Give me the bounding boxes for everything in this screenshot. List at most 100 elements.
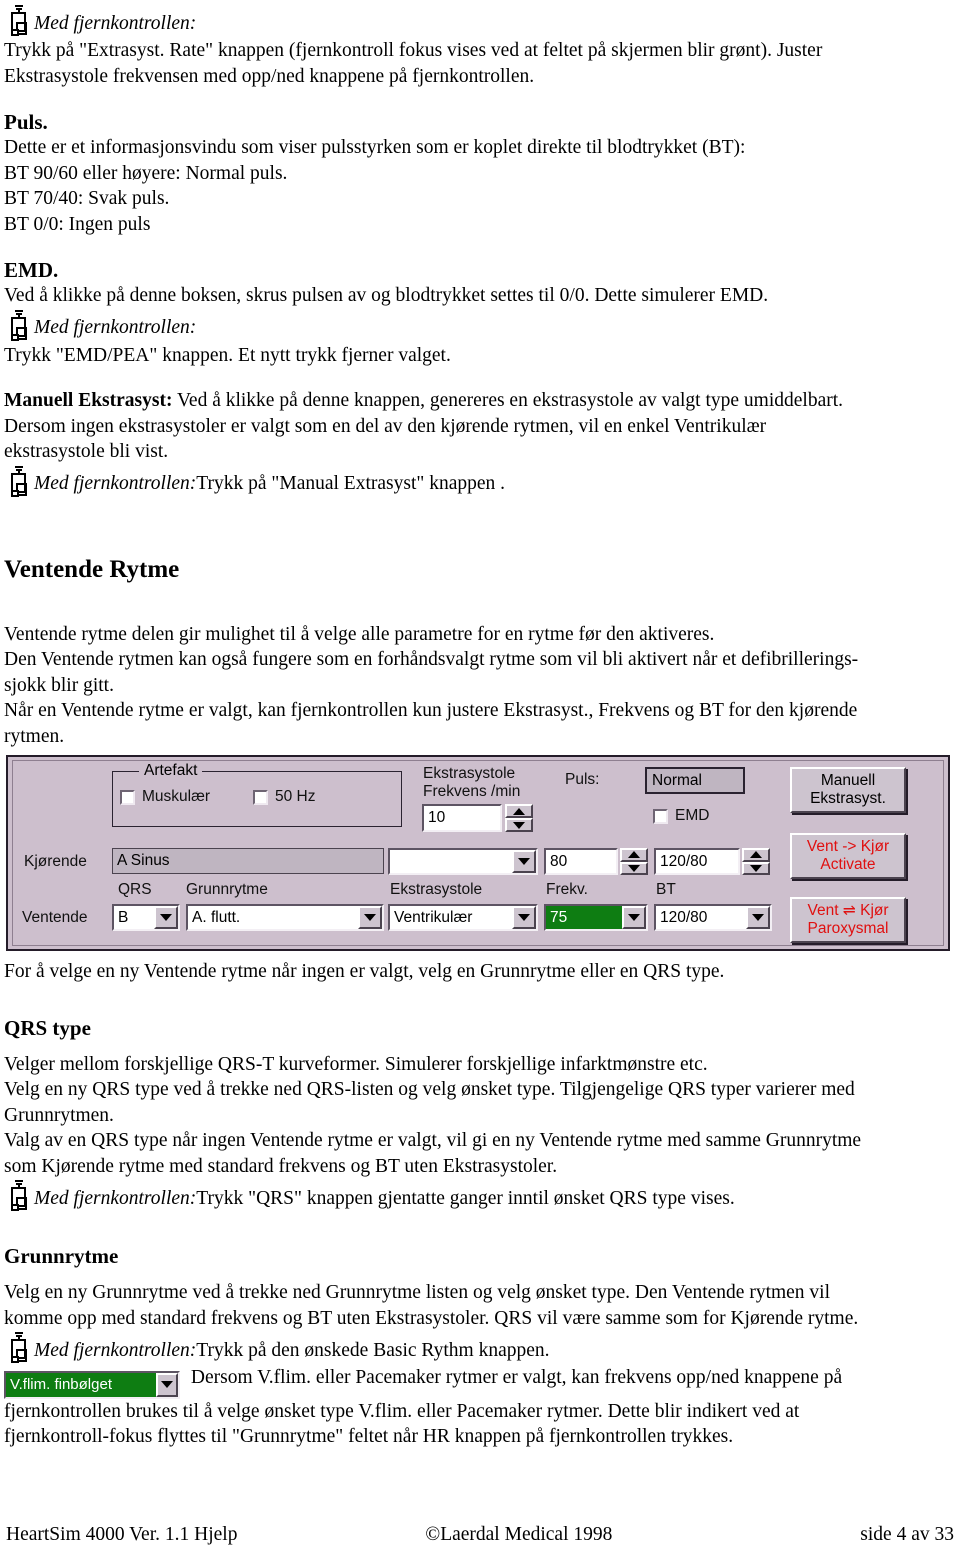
column-header-grunnrytme: Grunnrytme bbox=[186, 881, 268, 898]
grunnrytme-inline-combo[interactable]: V.flim. finbølget bbox=[4, 1370, 180, 1399]
qrs-remote-label: Med fjernkontrollen: bbox=[34, 1187, 197, 1209]
manuell-lead-rest: Ved å klikke på denne knappen, genereres… bbox=[172, 390, 844, 411]
qrs-line3: Grunnrytmen. bbox=[4, 1104, 114, 1126]
spinner-down-button[interactable] bbox=[620, 861, 648, 875]
ekstrasystole-frekvens-label-line2: Frekvens /min bbox=[423, 783, 521, 800]
spinner-up-button[interactable] bbox=[505, 804, 533, 818]
grunnrytme-line3: Dersom V.flim. eller Pacemaker rytmer er… bbox=[186, 1367, 843, 1388]
grunnrytme-line2: komme opp med standard frekvens og BT ut… bbox=[4, 1307, 859, 1329]
chevron-down-icon[interactable] bbox=[512, 906, 536, 929]
remote-control-icon bbox=[4, 1331, 34, 1365]
manuell-ekstrasyst-button[interactable]: Manuell Ekstrasyst. bbox=[790, 767, 906, 813]
ventende-heading: Ventende Rytme bbox=[4, 555, 180, 583]
chevron-down-icon[interactable] bbox=[622, 906, 646, 929]
checkbox-emd[interactable]: EMD bbox=[653, 807, 709, 825]
ventende-after-panel: For å velge en ny Ventende rytme når ing… bbox=[4, 961, 725, 982]
ventende-frekv-combo[interactable]: 75 bbox=[544, 904, 648, 931]
remote-control-label: Med fjernkontrollen: bbox=[34, 12, 197, 34]
manuell-lead: Manuell Ekstrasyst: Ved å klikke på denn… bbox=[4, 388, 956, 414]
qrs-line5: som Kjørende rytme med standard frekvens… bbox=[4, 1155, 558, 1177]
manuell-line3: ekstrasystole bli vist. bbox=[4, 441, 169, 462]
ekstrasystole-frekvens-spinner[interactable] bbox=[505, 804, 533, 832]
vent-kjor-paroxysmal-label-line1: Vent ⇌ Kjør bbox=[807, 902, 889, 919]
remote-control-icon bbox=[4, 309, 34, 343]
chevron-down-icon bbox=[750, 864, 762, 872]
chevron-up-icon bbox=[750, 851, 762, 859]
ventende-bt-combo[interactable]: 120/80 bbox=[654, 904, 772, 931]
ventende-grunnrytme-value: A. flutt. bbox=[192, 908, 241, 926]
chevron-down-icon[interactable] bbox=[154, 906, 178, 929]
ventende-row-label: Ventende bbox=[22, 909, 88, 926]
ventende-line4: Når en Ventende rytme er valgt, kan fjer… bbox=[4, 700, 858, 721]
qrs-line2: Velg en ny QRS type ved å trekke ned QRS… bbox=[4, 1079, 855, 1100]
puls-line4: BT 0/0: Ingen puls bbox=[4, 213, 151, 235]
chevron-down-icon[interactable] bbox=[358, 906, 382, 929]
footer-middle: ©Laerdal Medical 1998 bbox=[425, 1524, 613, 1545]
ventende-line3: sjokk blir gitt. bbox=[4, 674, 114, 696]
ventende-line2: Den Ventende rytmen kan også fungere som… bbox=[4, 649, 859, 670]
checkbox-muskulaer[interactable]: Muskulær bbox=[120, 788, 210, 806]
ventende-line1: Ventende rytme delen gir mulighet til å … bbox=[4, 623, 715, 645]
kjorende-frekv-input[interactable]: 80 bbox=[544, 848, 618, 875]
spinner-down-button[interactable] bbox=[742, 861, 770, 875]
emd-heading: EMD. bbox=[4, 258, 59, 282]
kjorende-bt-input[interactable]: 120/80 bbox=[654, 848, 740, 875]
ventende-bt-value: 120/80 bbox=[660, 908, 708, 926]
kjorende-ekstrasystole-combo[interactable] bbox=[388, 848, 538, 875]
puls-line3: BT 70/40: Svak puls. bbox=[4, 188, 170, 209]
checkbox-muskulaer-box[interactable] bbox=[120, 789, 135, 805]
ekstrasystole-frekvens-input[interactable]: 10 bbox=[422, 804, 502, 832]
footer-left: HeartSim 4000 Ver. 1.1 Hjelp bbox=[6, 1524, 238, 1545]
qrs-remote-rest: Trykk "QRS" knappen gjentatte ganger inn… bbox=[196, 1187, 735, 1209]
checkbox-muskulaer-label: Muskulær bbox=[142, 788, 211, 805]
vent-kjor-activate-label-line2: Activate bbox=[820, 856, 876, 873]
kjorende-frekv-spinner[interactable] bbox=[620, 848, 648, 875]
chevron-down-icon[interactable] bbox=[512, 850, 536, 873]
spinner-up-button[interactable] bbox=[742, 848, 770, 862]
vent-kjor-paroxysmal-button[interactable]: Vent ⇌ Kjør Paroxysmal bbox=[790, 897, 906, 943]
emd-remote-note: Med fjernkontrollen: bbox=[4, 309, 956, 343]
ventende-qrs-value: B bbox=[118, 908, 129, 926]
spinner-up-button[interactable] bbox=[620, 848, 648, 862]
manuell-ekstrasyst-label-line1: Manuell bbox=[820, 772, 876, 789]
puls-value-display: Normal bbox=[645, 767, 745, 794]
puls-label: Puls: bbox=[565, 771, 600, 788]
ventende-qrs-combo[interactable]: B bbox=[112, 904, 180, 931]
emd-line2: Trykk "EMD/PEA" knappen. Et nytt trykk f… bbox=[4, 344, 451, 366]
grunnrytme-inline-combo-value: V.flim. finbølget bbox=[10, 1376, 112, 1393]
simulator-control-panel: Artefakt Muskulær 50 Hz Ekstrasystole Fr… bbox=[6, 755, 950, 951]
grunnrytme-line4: fjernkontrollen brukes til å velge ønske… bbox=[4, 1400, 800, 1422]
ventende-line5: rytmen. bbox=[4, 725, 65, 747]
document-page: Med fjernkontrollen: Trykk på "Extrasyst… bbox=[0, 0, 960, 1556]
chevron-up-icon bbox=[513, 807, 525, 815]
emd-line1: Ved å klikke på denne boksen, skrus puls… bbox=[4, 285, 769, 306]
ventende-frekv-value: 75 bbox=[550, 908, 568, 926]
grunnrytme-line1: Velg en ny Grunnrytme ved å trekke ned G… bbox=[4, 1282, 831, 1303]
footer-right: side 4 av 33 bbox=[860, 1524, 954, 1545]
kjorende-ekstrasystole-value bbox=[390, 850, 512, 873]
ventende-grunnrytme-combo[interactable]: A. flutt. bbox=[186, 904, 384, 931]
checkbox-50hz[interactable]: 50 Hz bbox=[253, 788, 316, 806]
ventende-ekstrasystole-value: Ventrikulær bbox=[394, 908, 473, 926]
vent-kjor-paroxysmal-label-line2: Paroxysmal bbox=[807, 920, 889, 937]
ventende-ekstrasystole-combo[interactable]: Ventrikulær bbox=[388, 904, 538, 931]
vent-kjor-activate-button[interactable]: Vent -> Kjør Activate bbox=[790, 833, 906, 879]
grunnrytme-remote-label: Med fjernkontrollen: bbox=[34, 1339, 197, 1361]
column-header-ekstrasystole: Ekstrasystole bbox=[390, 881, 483, 898]
kjorende-bt-spinner[interactable] bbox=[742, 848, 770, 875]
grunnrytme-line5: fjernkontroll-fokus flyttes til "Grunnry… bbox=[4, 1426, 734, 1448]
manuell-line2: Dersom ingen ekstrasystoler er valgt som… bbox=[4, 415, 767, 437]
spinner-down-button[interactable] bbox=[505, 818, 533, 832]
column-header-bt: BT bbox=[656, 881, 676, 898]
manuell-remote-rest: Trykk på "Manual Extrasyst" knappen . bbox=[196, 473, 506, 494]
kjorende-row-label: Kjørende bbox=[24, 853, 87, 870]
puls-line1: Dette er et informasjonsvindu som viser … bbox=[4, 137, 746, 158]
grunnrytme-heading: Grunnrytme bbox=[4, 1244, 119, 1268]
qrs-line4: Valg av en QRS type når ingen Ventende r… bbox=[4, 1130, 862, 1151]
checkbox-50hz-box[interactable] bbox=[253, 789, 268, 805]
chevron-down-icon[interactable] bbox=[746, 906, 770, 929]
checkbox-emd-box[interactable] bbox=[653, 808, 668, 824]
grunnrytme-remote-note: Med fjernkontrollen: Trykk på den ønsked… bbox=[4, 1331, 956, 1365]
chevron-down-icon bbox=[628, 864, 640, 872]
chevron-down-icon[interactable] bbox=[156, 1372, 178, 1397]
